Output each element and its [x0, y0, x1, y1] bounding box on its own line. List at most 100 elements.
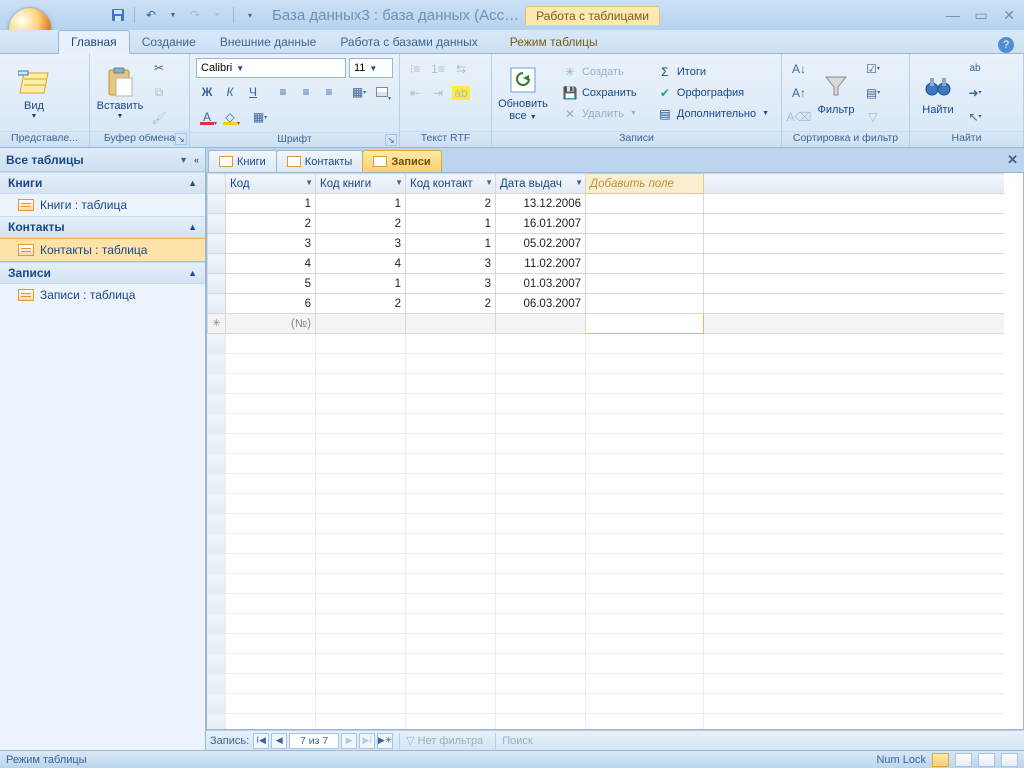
cell[interactable]	[586, 234, 704, 254]
column-header[interactable]: Код книги▼	[316, 174, 406, 194]
collapse-pane-icon[interactable]: «	[194, 155, 199, 165]
cell[interactable]: (№)	[226, 314, 316, 334]
redo-dropdown-icon[interactable]: ▼	[209, 7, 225, 23]
cell[interactable]	[704, 314, 1004, 334]
cell[interactable]: 6	[226, 294, 316, 314]
cell[interactable]	[496, 314, 586, 334]
fill-color-button[interactable]: ◇▾	[219, 106, 241, 128]
nav-item[interactable]: Контакты : таблица	[0, 238, 205, 262]
filter-button[interactable]: Фильтр	[814, 58, 858, 128]
cell[interactable]	[586, 214, 704, 234]
first-record-button[interactable]: I◀	[253, 733, 269, 749]
row-selector[interactable]	[208, 274, 226, 294]
cell[interactable]: 11.02.2007	[496, 254, 586, 274]
sort-asc-icon[interactable]: A↓	[788, 58, 810, 80]
close-tab-icon[interactable]: ✕	[1007, 152, 1018, 168]
cell[interactable]	[586, 254, 704, 274]
cell[interactable]	[316, 314, 406, 334]
tab-external-data[interactable]: Внешние данные	[208, 31, 329, 53]
refresh-all-button[interactable]: Обновить все ▼	[498, 58, 548, 128]
row-selector[interactable]	[208, 294, 226, 314]
redo-icon[interactable]: ↷	[187, 7, 203, 23]
cell[interactable]: 3	[406, 254, 496, 274]
cell[interactable]: 1	[316, 274, 406, 294]
cell[interactable]: 3	[226, 234, 316, 254]
totals-button[interactable]: ΣИтоги	[651, 62, 775, 82]
align-right-button[interactable]: ≡	[318, 81, 340, 103]
record-search[interactable]: Поиск	[495, 733, 615, 749]
maximize-icon[interactable]: ▭	[972, 7, 990, 24]
qat-customize-icon[interactable]: ▾	[242, 7, 258, 23]
active-cell[interactable]	[586, 314, 704, 334]
cell[interactable]: 4	[226, 254, 316, 274]
cell[interactable]	[586, 194, 704, 214]
chevron-down-icon[interactable]: ▼	[179, 155, 188, 165]
align-left-button[interactable]: ≡	[272, 81, 294, 103]
gridlines-button[interactable]: ▦▾	[348, 81, 370, 103]
document-tab[interactable]: Записи	[362, 150, 441, 172]
prev-record-button[interactable]: ◀	[271, 733, 287, 749]
row-selector[interactable]	[208, 194, 226, 214]
minimize-icon[interactable]: ―	[944, 7, 962, 24]
no-filter-indicator[interactable]: ▽Нет фильтра	[399, 733, 489, 749]
column-header[interactable]: Код контакт▼	[406, 174, 496, 194]
tab-create[interactable]: Создание	[130, 31, 208, 53]
nav-category[interactable]: Контакты▲	[0, 216, 205, 238]
font-name-combo[interactable]: Calibri▼	[196, 58, 346, 78]
cell[interactable]: 2	[406, 294, 496, 314]
design-view-icon[interactable]	[1001, 753, 1018, 767]
tab-datasheet[interactable]: Режим таблицы	[498, 31, 610, 53]
cell[interactable]	[704, 214, 1004, 234]
font-color-button[interactable]: A▾	[196, 106, 218, 128]
font-size-combo[interactable]: 11▼	[349, 58, 393, 78]
cell[interactable]	[704, 294, 1004, 314]
row-selector[interactable]	[208, 254, 226, 274]
sort-desc-icon[interactable]: A↑	[788, 82, 810, 104]
cell[interactable]	[704, 194, 1004, 214]
help-icon[interactable]: ?	[998, 37, 1014, 53]
next-record-button[interactable]: ▶	[341, 733, 357, 749]
new-record-nav-button[interactable]: ▶✳	[377, 733, 393, 749]
pivot-table-view-icon[interactable]	[955, 753, 972, 767]
chevron-down-icon[interactable]: ▼	[485, 178, 493, 187]
underline-button[interactable]: Ч	[242, 81, 264, 103]
undo-dropdown-icon[interactable]: ▼	[165, 7, 181, 23]
select-icon[interactable]: ↖▾	[964, 106, 986, 128]
tab-database-tools[interactable]: Работа с базами данных	[328, 31, 489, 53]
cell[interactable]	[586, 274, 704, 294]
advanced-filter-icon[interactable]: ▤▾	[862, 82, 884, 104]
cut-icon[interactable]: ✂	[148, 57, 170, 79]
pivot-chart-view-icon[interactable]	[978, 753, 995, 767]
column-header[interactable]: Дата выдач▼	[496, 174, 586, 194]
cell[interactable]: 2	[226, 214, 316, 234]
nav-item[interactable]: Книги : таблица	[0, 194, 205, 216]
cell[interactable]: 5	[226, 274, 316, 294]
dialog-launcher-icon[interactable]: ↘	[175, 133, 187, 145]
close-icon[interactable]: ✕	[1000, 7, 1018, 24]
alt-row-color-button[interactable]: ▾	[371, 81, 393, 103]
cell[interactable]: 3	[406, 274, 496, 294]
cell[interactable]: 2	[316, 294, 406, 314]
cell[interactable]: 2	[316, 214, 406, 234]
add-column-header[interactable]: Добавить поле	[586, 174, 704, 194]
chevron-down-icon[interactable]: ▼	[305, 178, 313, 187]
replace-icon[interactable]: ab	[964, 58, 986, 80]
cell[interactable]	[586, 294, 704, 314]
cell[interactable]	[406, 314, 496, 334]
view-button[interactable]: Вид ▼	[6, 58, 62, 128]
column-header[interactable]: Код▼	[226, 174, 316, 194]
tab-home[interactable]: Главная	[58, 30, 130, 54]
cell[interactable]	[704, 254, 1004, 274]
goto-icon[interactable]: ➜▾	[964, 82, 986, 104]
cell[interactable]: 1	[226, 194, 316, 214]
cell[interactable]: 16.01.2007	[496, 214, 586, 234]
undo-icon[interactable]: ↶	[143, 7, 159, 23]
selection-filter-icon[interactable]: ☑▾	[862, 58, 884, 80]
cell[interactable]: 1	[316, 194, 406, 214]
cell[interactable]: 2	[406, 194, 496, 214]
italic-button[interactable]: К	[219, 81, 241, 103]
document-tab[interactable]: Контакты	[276, 150, 364, 172]
nav-category[interactable]: Книги▲	[0, 172, 205, 194]
cell[interactable]: 1	[406, 234, 496, 254]
save-icon[interactable]	[110, 7, 126, 23]
